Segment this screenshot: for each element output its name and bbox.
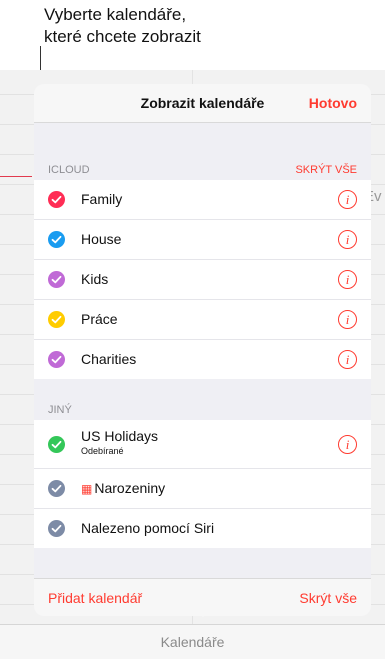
checkmark-icon[interactable] [48,311,65,328]
info-icon[interactable]: i [338,310,357,329]
icloud-hide-all-button[interactable]: SKRÝT VŠE [295,164,357,176]
callout-text: Vyberte kalendáře, které chcete zobrazit [44,4,201,48]
icloud-calendar-list: Family i House i Kids i Práce i Charitie… [34,180,371,379]
checkmark-icon[interactable] [48,351,65,368]
current-time-line [0,176,32,177]
gift-icon: ▦ [81,482,93,496]
info-icon[interactable]: i [338,350,357,369]
info-icon[interactable]: i [338,270,357,289]
calendar-row-charities[interactable]: Charities i [34,340,371,379]
checkmark-icon[interactable] [48,231,65,248]
calendar-row-kids[interactable]: Kids i [34,260,371,300]
checkmark-icon[interactable] [48,271,65,288]
hide-all-button[interactable]: Skrýt vše [299,590,357,606]
calendar-name: Charities [81,351,137,367]
calendar-name: Nalezeno pomocí Siri [81,520,215,536]
checkmark-icon[interactable] [48,480,65,497]
done-button[interactable]: Hotovo [309,95,357,111]
calendar-name: Narozeniny [94,480,166,496]
other-header-label: JINÝ [48,404,72,416]
popover-nav-bar: Zobrazit kalendáře Hotovo [34,84,371,123]
add-calendar-button[interactable]: Přidat kalendář [48,590,142,606]
calendars-toolbar-button[interactable]: Kalendáře [0,624,385,659]
calendar-name: Práce [81,311,118,327]
show-calendars-popover: Zobrazit kalendáře Hotovo ICLOUD SKRÝT V… [34,84,371,616]
callout-line-1: Vyberte kalendáře, [44,5,187,24]
checkmark-icon[interactable] [48,191,65,208]
info-icon[interactable]: i [338,435,357,454]
checkmark-icon[interactable] [48,436,65,453]
calendar-name: House [81,231,122,247]
calendar-row-us-holidays[interactable]: US Holidays Odebírané i [34,420,371,469]
checkmark-icon[interactable] [48,520,65,537]
calendar-name: Kids [81,271,109,287]
popover-footer: Přidat kalendář Skrýt vše [34,578,371,616]
calendar-name: US Holidays [81,428,159,444]
icloud-section-header: ICLOUD SKRÝT VŠE [34,160,371,180]
icloud-header-label: ICLOUD [48,164,90,176]
calendar-row-prace[interactable]: Práce i [34,300,371,340]
calendar-name: Family [81,191,123,207]
calendar-row-house[interactable]: House i [34,220,371,260]
info-icon[interactable]: i [338,230,357,249]
calendar-row-family[interactable]: Family i [34,180,371,220]
info-icon[interactable]: i [338,190,357,209]
other-calendar-list: US Holidays Odebírané i ▦ Narozeniny Nale… [34,420,371,548]
calendar-row-narozeniny[interactable]: ▦ Narozeniny [34,469,371,509]
callout-line-2: které chcete zobrazit [44,27,201,46]
calendar-subscription-label: Odebírané [81,446,124,456]
calendar-row-siri[interactable]: Nalezeno pomocí Siri [34,509,371,548]
other-section-header: JINÝ [34,400,371,420]
